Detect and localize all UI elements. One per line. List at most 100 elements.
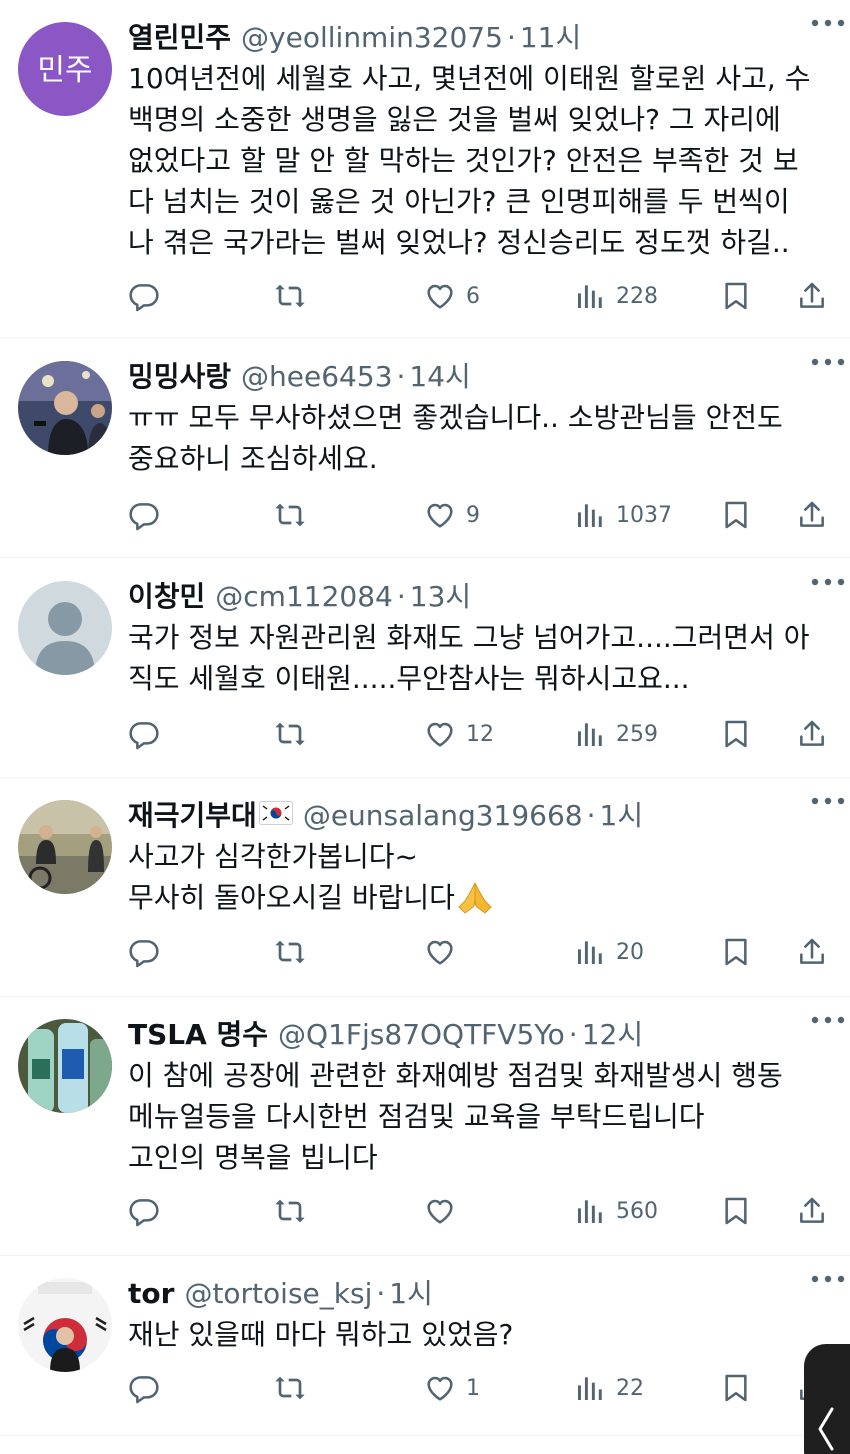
views-button[interactable]: 560: [574, 1191, 658, 1231]
edge-swipe-handle[interactable]: [804, 1344, 850, 1454]
share-button[interactable]: [796, 495, 828, 535]
timestamp[interactable]: 14시: [409, 357, 470, 397]
user-handle[interactable]: @tortoise_ksj: [184, 1274, 372, 1314]
tweet-text-segment: 무사히 돌아오시길 바랍니다: [128, 881, 455, 914]
display-name[interactable]: 열린민주: [128, 18, 231, 58]
user-handle[interactable]: @yeollinmin32075: [241, 18, 503, 58]
more-icon[interactable]: [810, 18, 846, 28]
reply-icon: [129, 722, 159, 750]
views-button[interactable]: 20: [574, 932, 644, 972]
retweet-button[interactable]: [274, 495, 306, 535]
share-icon: [800, 938, 824, 964]
avatar[interactable]: [18, 800, 112, 894]
share-icon: [800, 1197, 824, 1223]
like-button[interactable]: 1: [424, 1368, 480, 1408]
bookmark-button[interactable]: [720, 276, 752, 316]
user-handle[interactable]: @eunsalang319668: [303, 796, 583, 836]
share-button[interactable]: [796, 932, 828, 972]
reply-button[interactable]: [128, 1191, 160, 1231]
display-name[interactable]: tor: [128, 1274, 174, 1314]
bookmark-button[interactable]: [720, 495, 752, 535]
like-button[interactable]: [424, 932, 466, 972]
timestamp[interactable]: 1시: [600, 796, 644, 836]
more-icon[interactable]: [810, 1274, 846, 1284]
share-button[interactable]: [796, 276, 828, 316]
tweet[interactable]: 이창민 @cm112084 · 13시 국가 정보 자원관리원 화재도 그냥 넘…: [0, 559, 850, 778]
like-icon: [427, 1199, 453, 1224]
views-button[interactable]: 22: [574, 1368, 644, 1408]
bookmark-button[interactable]: [720, 714, 752, 754]
retweet-button[interactable]: [274, 1368, 306, 1408]
more-icon[interactable]: [810, 796, 846, 806]
like-button[interactable]: [424, 1191, 466, 1231]
tweet[interactable]: TSLA 명수 @Q1Fjs87OQTFV5Yo · 12시 이 참에 공장에 …: [0, 997, 850, 1256]
user-handle[interactable]: @hee6453: [241, 357, 392, 397]
tweet[interactable]: 민주 열린민주 @yeollinmin32075 · 11시 10여년전에 세월…: [0, 0, 850, 338]
share-button[interactable]: [796, 1191, 828, 1231]
like-count: 6: [466, 283, 480, 309]
share-button[interactable]: [796, 714, 828, 754]
retweet-button[interactable]: [274, 1191, 306, 1231]
separator-dot: ·: [396, 360, 406, 393]
reply-icon: [129, 503, 159, 531]
tweet[interactable]: 밍밍사랑 @hee6453 · 14시 ㅠㅠ 모두 무사하셨으면 좋겠습니다..…: [0, 339, 850, 558]
more-icon[interactable]: [810, 357, 846, 367]
tweet-text: 10여년전에 세월호 사고, 몇년전에 이태원 할로윈 사고, 수 백명의 소중…: [128, 58, 834, 263]
avatar[interactable]: [18, 361, 112, 455]
tweet-text-line: 국가 정보 자원관리원 화재도 그냥 넘어가고....그러면서 아: [128, 621, 810, 654]
more-icon[interactable]: [810, 1015, 846, 1025]
display-name[interactable]: 재극기부대: [128, 796, 257, 836]
views-button[interactable]: 1037: [574, 495, 672, 535]
like-button[interactable]: 6: [424, 276, 480, 316]
tweet-text: ㅠㅠ 모두 무사하셨으면 좋겠습니다.. 소방관님들 안전도 중요하니 조심하세…: [128, 397, 834, 479]
tweet-text-line: 없었다고 할 말 안 할 막하는 것인가? 안전은 부족한 것 보: [128, 144, 799, 177]
bookmark-button[interactable]: [720, 1368, 752, 1408]
avatar[interactable]: [18, 581, 112, 675]
action-bar: 1 22: [128, 1368, 834, 1408]
like-button[interactable]: 9: [424, 495, 480, 535]
display-name[interactable]: TSLA 명수: [128, 1015, 268, 1055]
bookmark-button[interactable]: [720, 932, 752, 972]
more-icon[interactable]: [810, 577, 846, 587]
action-bar: 6 228: [128, 276, 834, 316]
user-handle[interactable]: @Q1Fjs87OQTFV5Yo: [278, 1015, 565, 1055]
timestamp[interactable]: 13시: [410, 577, 471, 617]
retweet-button[interactable]: [274, 276, 306, 316]
user-handle[interactable]: @cm112084: [215, 577, 393, 617]
retweet-button[interactable]: [274, 932, 306, 972]
action-bar: 20: [128, 932, 834, 972]
views-button[interactable]: 228: [574, 276, 658, 316]
like-button[interactable]: 12: [424, 714, 494, 754]
display-name[interactable]: 이창민: [128, 577, 205, 617]
tweet-text-line: 백명의 소중한 생명을 잃은 것을 벌써 잊었나? 그 자리에: [128, 103, 781, 136]
views-icon: [578, 504, 602, 527]
retweet-button[interactable]: [274, 714, 306, 754]
timestamp[interactable]: 11시: [520, 18, 581, 58]
tweet[interactable]: tor @tortoise_ksj · 1시 재난 있을때 마다 뭐하고 있었음…: [0, 1256, 850, 1436]
views-button[interactable]: 259: [574, 714, 658, 754]
avatar[interactable]: [18, 1278, 112, 1372]
avatar[interactable]: [18, 1019, 112, 1113]
retweet-icon: [275, 284, 305, 308]
like-icon: [427, 940, 453, 965]
display-name[interactable]: 밍밍사랑: [128, 357, 231, 397]
timestamp[interactable]: 1시: [389, 1274, 433, 1314]
tweet-text-line: 고인의 명복을 빕니다: [128, 1141, 378, 1174]
tweet[interactable]: 재극기부대 @eunsalang319668 · 1시 사고가 심각한가봅니다~…: [0, 778, 850, 997]
bookmark-button[interactable]: [720, 1191, 752, 1231]
reply-button[interactable]: [128, 932, 160, 972]
retweet-icon: [275, 722, 305, 746]
reply-button[interactable]: [128, 276, 160, 316]
reply-button[interactable]: [128, 1368, 160, 1408]
like-icon: [427, 722, 453, 747]
tweet-text-line: 사고가 심각한가봅니다~: [128, 840, 418, 873]
reply-button[interactable]: [128, 495, 160, 535]
timestamp[interactable]: 12시: [582, 1015, 643, 1055]
tweet-text-line: 다 넘치는 것이 옳은 것 아닌가? 큰 인명피해를 두 번씩이: [128, 185, 790, 218]
avatar[interactable]: 민주: [18, 22, 112, 116]
tweet-text-line: ㅠㅠ 모두 무사하셨으면 좋겠습니다.. 소방관님들 안전도: [128, 401, 783, 434]
action-bar: 560: [128, 1191, 834, 1231]
reply-button[interactable]: [128, 714, 160, 754]
tweet-text-line: 재난 있을때 마다 뭐하고 있었음?: [128, 1318, 514, 1351]
view-count: 20: [616, 939, 644, 965]
